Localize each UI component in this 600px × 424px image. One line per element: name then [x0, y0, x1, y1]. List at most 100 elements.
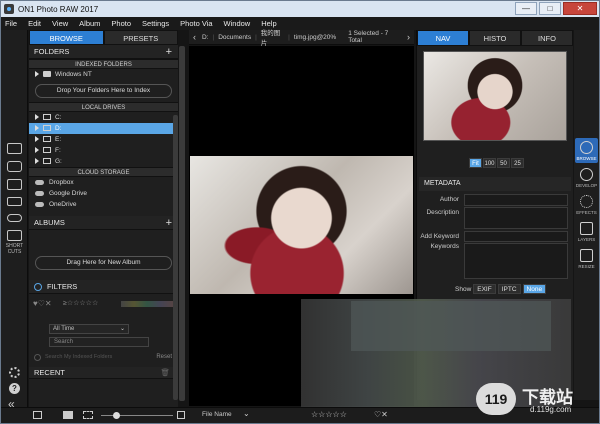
drive-item-f[interactable]: F: [29, 145, 178, 156]
time-filter-select[interactable]: All Time ⌄ [49, 324, 129, 334]
rating-stars[interactable]: ☆☆☆☆☆ [311, 410, 347, 419]
filmstrip-view-icon[interactable] [83, 411, 93, 419]
sort-select[interactable]: File Name [202, 411, 232, 418]
menu-edit[interactable]: Edit [28, 19, 41, 28]
cloud-item-google-drive[interactable]: Google Drive [29, 188, 178, 199]
gear-icon[interactable] [9, 367, 20, 378]
drop-album-zone[interactable]: Drag Here for New Album [35, 256, 172, 270]
expand-icon[interactable] [35, 71, 39, 78]
menu-view[interactable]: View [52, 19, 68, 28]
effects-module-label: EFFECTS [576, 210, 597, 215]
zoom-25-button[interactable]: 25 [511, 158, 524, 168]
crumb-pictures[interactable]: 我的图片 [261, 27, 284, 47]
chevron-down-icon[interactable]: ⌄ [243, 409, 250, 418]
browser-scrollbar[interactable] [179, 46, 185, 401]
effects-icon[interactable] [580, 195, 593, 208]
expand-icon[interactable] [35, 114, 39, 121]
show-none-button[interactable]: None [522, 284, 547, 294]
drive-item-d[interactable]: D: [29, 123, 178, 134]
preview-image[interactable] [190, 156, 413, 294]
filters-toggle-icon[interactable] [34, 283, 42, 291]
drive-item-e[interactable]: E: [29, 134, 178, 145]
camera-icon[interactable] [7, 161, 22, 172]
search-input[interactable]: Search [49, 337, 149, 347]
monitor-icon[interactable] [7, 143, 22, 154]
recent-header: RECENT 🗑 [29, 367, 178, 379]
like-reject[interactable]: ♡✕ [374, 410, 388, 419]
tab-nav[interactable]: NAV [417, 30, 469, 46]
minimize-button[interactable]: — [515, 2, 537, 15]
large-thumb-icon[interactable] [177, 411, 185, 419]
drive-icon [43, 125, 51, 132]
drive-item-c[interactable]: C: [29, 112, 178, 123]
add-album-icon[interactable]: + [166, 216, 172, 230]
trash-icon[interactable]: 🗑 [160, 367, 170, 379]
source-rail: SHORT CUTS ? « [1, 30, 28, 423]
tab-info[interactable]: INFO [521, 30, 573, 46]
list-view-icon[interactable] [33, 411, 42, 419]
menu-photo-via[interactable]: Photo Via [180, 19, 212, 28]
forward-icon[interactable]: › [407, 32, 410, 42]
author-field[interactable] [464, 194, 568, 206]
folders-header: FOLDERS + [29, 45, 178, 59]
blurred-region-inner [351, 301, 551, 351]
indexed-folder-item[interactable]: Windows NT [29, 69, 178, 80]
grid-view-icon[interactable] [63, 411, 73, 419]
expand-icon[interactable] [35, 136, 39, 143]
add-keyword-field[interactable] [464, 231, 568, 242]
shortcuts-icon[interactable] [7, 230, 22, 241]
star-filter-icon[interactable]: ≥☆☆☆☆☆ [63, 299, 98, 307]
add-folder-icon[interactable]: + [166, 45, 172, 59]
zoom-50-button[interactable]: 50 [497, 158, 510, 168]
cloud-storage-header: CLOUD STORAGE [29, 167, 178, 177]
menu-file[interactable]: File [5, 19, 17, 28]
albums-title: ALBUMS [34, 218, 65, 227]
drop-folders-zone[interactable]: Drop Your Folders Here to Index [35, 84, 172, 98]
browse-icon[interactable] [580, 141, 593, 154]
develop-icon[interactable] [580, 168, 593, 181]
menu-window[interactable]: Window [224, 19, 251, 28]
back-icon[interactable]: ‹ [193, 32, 196, 42]
resize-icon[interactable] [580, 249, 593, 262]
expand-icon[interactable] [35, 147, 39, 154]
show-exif-button[interactable]: EXIF [473, 284, 496, 294]
tab-presets[interactable]: PRESETS [103, 30, 178, 45]
module-rail: BROWSE DEVELOP EFFECTS LAYERS RESIZE [574, 30, 599, 400]
crumb-drive[interactable]: D: [202, 34, 209, 41]
panel-scrollbar[interactable] [173, 115, 178, 400]
color-label-filter[interactable] [121, 301, 173, 307]
navigator-thumbnail[interactable] [423, 51, 567, 141]
keywords-field[interactable] [464, 243, 568, 279]
path-bar: ‹ D: | Documents | 我的图片 | timg.jpg@20% 1… [189, 27, 414, 47]
tab-browse[interactable]: BROWSE [29, 30, 104, 45]
help-icon[interactable]: ? [9, 383, 20, 394]
cloud-item-onedrive[interactable]: OneDrive [29, 199, 178, 210]
cloud-icon[interactable] [7, 214, 22, 222]
crumb-file[interactable]: timg.jpg@20% [294, 34, 336, 41]
drive-icon[interactable] [7, 197, 22, 206]
folder-label: Windows NT [55, 71, 92, 78]
thumbnail-size-slider[interactable] [101, 415, 173, 416]
selection-status: 1 Selected - 7 Total [348, 30, 389, 44]
description-field[interactable] [464, 207, 568, 229]
maximize-button[interactable]: □ [539, 2, 561, 15]
zoom-100-button[interactable]: 100 [483, 158, 496, 168]
show-iptc-button[interactable]: IPTC [497, 284, 521, 294]
layers-icon[interactable] [580, 222, 593, 235]
like-filter-icon[interactable]: ♥♡✕ [33, 299, 52, 308]
expand-icon[interactable] [35, 125, 39, 132]
tab-histo[interactable]: HISTO [469, 30, 521, 46]
cloud-item-dropbox[interactable]: Dropbox [29, 177, 178, 188]
menu-settings[interactable]: Settings [142, 19, 169, 28]
reset-button[interactable]: Reset [156, 354, 172, 360]
menu-photo[interactable]: Photo [111, 19, 131, 28]
close-button[interactable]: ✕ [563, 2, 597, 15]
menu-album[interactable]: Album [79, 19, 100, 28]
slider-handle[interactable] [113, 412, 120, 419]
drive-item-g[interactable]: G: [29, 156, 178, 167]
folder-icon[interactable] [7, 179, 22, 190]
zoom-fit-button[interactable]: Fit [469, 158, 482, 168]
expand-icon[interactable] [35, 158, 39, 165]
crumb-documents[interactable]: Documents [218, 34, 251, 41]
search-subfolders-radio[interactable] [34, 354, 41, 361]
